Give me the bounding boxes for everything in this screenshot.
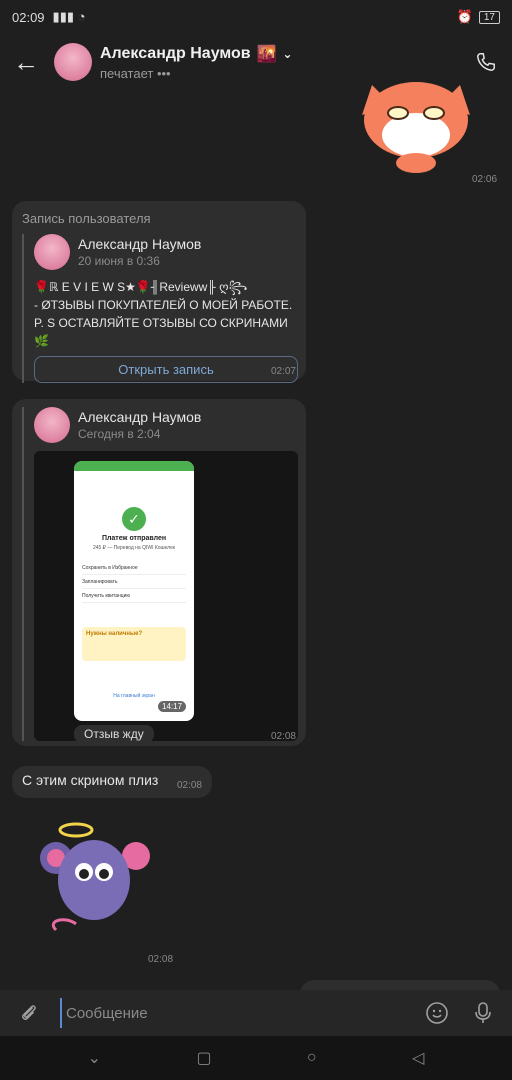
- status-time: 02:09: [12, 9, 45, 25]
- signal-icon: ▮▮▮ ◔: [52, 9, 86, 24]
- post-date: Сегодня в 2:04: [78, 427, 161, 441]
- post-inner: Александр Наумов 20 июня в 0:36 🌹ℝ E V I…: [22, 234, 298, 383]
- title-block[interactable]: Александр Наумов 🌇 ⌄ печатает •••: [100, 44, 293, 81]
- mouse-sticker[interactable]: [36, 820, 152, 946]
- avatar[interactable]: [54, 43, 92, 81]
- post-inner: Александр Наумов Сегодня в 2:04 ✓ Платеж…: [22, 407, 298, 741]
- nav-down-icon[interactable]: ⌄: [88, 1048, 101, 1068]
- status-bar: 02:09 ▮▮▮ ◔ ⏰ 17: [0, 0, 512, 34]
- post-date: 20 июня в 0:36: [78, 254, 160, 268]
- post-line-1: 🌹ℝ E V I E W S★🌹╢Revieww╟ ღ꧂: [34, 280, 248, 294]
- cut-message: Отзыв жду: [74, 725, 154, 741]
- back-triangle-icon[interactable]: ◁: [412, 1048, 424, 1068]
- screenshot-time: 14:17: [158, 701, 187, 712]
- chevron-down-icon: ⌄: [282, 46, 293, 61]
- cat-sticker[interactable]: [352, 75, 480, 175]
- payment-options: Сохранить в Избранное Запланировать Полу…: [82, 561, 186, 603]
- chat-area[interactable]: 02:06 Запись пользователя Александр Наум…: [0, 82, 512, 1000]
- post-line-2: - ØТЗЫВЫ ПОКУПАТЕЛЕЙ О МОЕЙ РАБОТЕ.: [34, 298, 293, 312]
- message-composer: [0, 990, 512, 1036]
- message-time: 02:08: [176, 780, 202, 791]
- microphone-icon[interactable]: [468, 998, 498, 1028]
- cat-sticker-time: 02:06: [472, 174, 498, 185]
- payment-option: Получить квитанцию: [82, 589, 186, 603]
- battery-indicator: 17: [478, 10, 500, 24]
- alarm-icon: ⏰: [456, 9, 473, 24]
- post-text: 🌹ℝ E V I E W S★🌹╢Revieww╟ ღ꧂ - ØТЗЫВЫ ПО…: [34, 278, 296, 350]
- repost-label: Запись пользователя: [22, 211, 151, 226]
- repost-card-screenshot[interactable]: Александр Наумов Сегодня в 2:04 ✓ Платеж…: [12, 399, 306, 746]
- payment-screenshot-image: ✓ Платеж отправлен 245 ₽ — Перевод на QI…: [74, 461, 194, 721]
- payment-option: Сохранить в Избранное: [82, 561, 186, 575]
- checkmark-icon: ✓: [122, 507, 146, 531]
- attached-screenshot[interactable]: ✓ Платеж отправлен 245 ₽ — Перевод на QI…: [34, 451, 298, 741]
- payment-subtitle: 245 ₽ — Перевод на QIWI Кошелек: [92, 545, 176, 551]
- sunset-emoji-icon: 🌇: [256, 45, 277, 63]
- phone-call-icon[interactable]: [470, 46, 502, 78]
- avatar[interactable]: [34, 407, 70, 443]
- repost-card[interactable]: Запись пользователя Александр Наумов 20 …: [12, 201, 306, 383]
- system-nav-bar: ⌄ ▢ ○ ◁: [0, 1036, 512, 1080]
- message-text: С этим скрином плиз: [22, 772, 159, 788]
- message-input[interactable]: [60, 998, 422, 1028]
- back-arrow-icon[interactable]: ←: [10, 46, 42, 78]
- typing-status: печатает •••: [100, 65, 171, 81]
- post-author-name[interactable]: Александр Наумов: [78, 409, 201, 425]
- emoji-icon[interactable]: [422, 998, 452, 1028]
- message-time: 02:07: [270, 366, 296, 377]
- payment-option: Запланировать: [82, 575, 186, 589]
- post-author-row: Александр Наумов Сегодня в 2:04: [34, 407, 296, 443]
- chat-title-text: Александр Наумов: [100, 44, 251, 62]
- post-line-3: P. S ОСТАВЛЯЙТЕ ОТЗЫВЫ СО СКРИНАМИ🌿: [34, 316, 288, 348]
- recent-apps-icon[interactable]: ▢: [196, 1048, 211, 1068]
- home-icon[interactable]: ○: [307, 1049, 317, 1067]
- post-author-row: Александр Наумов 20 июня в 0:36: [34, 234, 296, 270]
- message-time: 02:08: [270, 731, 296, 742]
- promo-banner: Нужны наличные?: [82, 627, 186, 661]
- post-author-name[interactable]: Александр Наумов: [78, 236, 201, 252]
- phone-header-bar: [74, 461, 194, 471]
- home-link: На главный экран: [113, 693, 155, 699]
- avatar[interactable]: [34, 234, 70, 270]
- paperclip-icon[interactable]: [14, 998, 44, 1028]
- status-right: ⏰ 17: [457, 9, 500, 25]
- open-post-button[interactable]: Открыть запись: [34, 356, 298, 383]
- chat-title: Александр Наумов 🌇 ⌄: [100, 44, 293, 64]
- payment-title: Платеж отправлен: [101, 535, 167, 542]
- text-message[interactable]: С этим скрином плиз 02:08: [12, 766, 212, 798]
- mouse-sticker-time: 02:08: [148, 954, 174, 965]
